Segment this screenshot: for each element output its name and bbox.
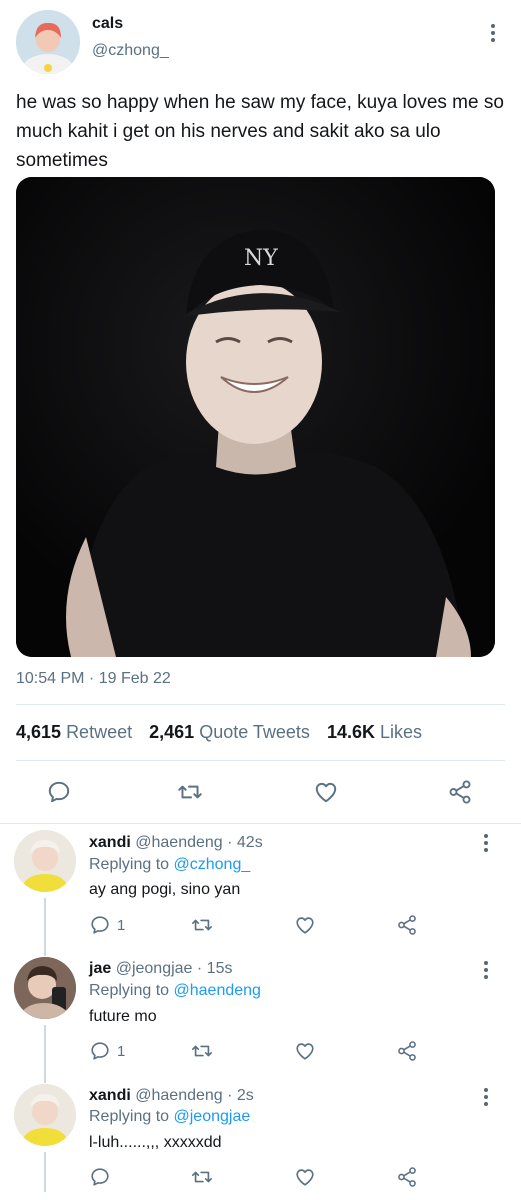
likes-label: Likes xyxy=(380,722,423,742)
share-button[interactable] xyxy=(396,1166,418,1188)
share-button[interactable] xyxy=(447,779,473,805)
retweet-button[interactable] xyxy=(190,1040,214,1062)
reply-icon xyxy=(91,1042,109,1060)
likes-stat[interactable]: 14.6K Likes xyxy=(327,722,422,742)
like-icon xyxy=(315,782,337,803)
retweet-button[interactable] xyxy=(190,914,214,936)
like-button[interactable] xyxy=(294,914,316,936)
thread-line xyxy=(44,1025,46,1083)
reply-avatar[interactable] xyxy=(14,957,76,1019)
reply-meta: @haendeng · 2s xyxy=(135,1087,254,1104)
reply-button[interactable]: 1 xyxy=(89,1040,125,1062)
more-options-icon[interactable] xyxy=(483,1088,489,1106)
author-display-name[interactable]: cals xyxy=(92,15,123,33)
more-options-icon[interactable] xyxy=(490,24,496,42)
more-options-icon[interactable] xyxy=(483,961,489,979)
reply-text: l-luh......,,, xxxxxdd xyxy=(89,1134,222,1151)
reply-icon xyxy=(91,1168,109,1186)
replying-to: Replying to @czhong_ xyxy=(89,856,250,874)
divider xyxy=(16,704,505,705)
replying-to: Replying to @haendeng xyxy=(89,982,261,1000)
reply-count: 1 xyxy=(117,916,126,934)
tweet-photo[interactable]: NY xyxy=(16,177,495,657)
retweet-icon xyxy=(178,785,202,799)
reply-icon xyxy=(48,781,70,803)
share-button[interactable] xyxy=(396,1040,418,1062)
reply-header: xandi @haendeng · 2s xyxy=(89,1087,254,1105)
quotes-label: Quote Tweets xyxy=(199,722,310,742)
share-icon xyxy=(398,915,416,935)
replying-to-label: Replying to xyxy=(89,982,174,999)
like-button[interactable] xyxy=(294,1166,316,1188)
reply-text: ay ang pogi, sino yan xyxy=(89,881,241,898)
reply-meta: @haendeng · 42s xyxy=(135,834,263,851)
retweet-button[interactable] xyxy=(176,779,204,805)
reply-text: future mo xyxy=(89,1008,157,1025)
like-button[interactable] xyxy=(294,1040,316,1062)
divider xyxy=(16,760,505,761)
retweets-stat[interactable]: 4,615 Retweet xyxy=(16,722,132,742)
replying-to-label: Replying to xyxy=(89,1108,174,1125)
reply-icon xyxy=(91,916,109,934)
quotes-count: 2,461 xyxy=(149,722,195,742)
like-icon xyxy=(296,1043,314,1060)
reply-header: xandi @haendeng · 42s xyxy=(89,834,263,852)
reply-display-name[interactable]: xandi xyxy=(89,834,131,851)
reply-display-name[interactable]: jae xyxy=(89,960,111,977)
more-options-icon[interactable] xyxy=(483,834,489,852)
replying-to-link[interactable]: @jeongjae xyxy=(174,1108,251,1125)
reply-meta: @jeongjae · 15s xyxy=(115,960,233,977)
divider xyxy=(0,823,521,824)
retweet-icon xyxy=(192,919,212,931)
reply-header: jae @jeongjae · 15s xyxy=(89,960,232,978)
author-handle[interactable]: @czhong_ xyxy=(92,42,169,60)
replying-to: Replying to @jeongjae xyxy=(89,1108,250,1126)
like-button[interactable] xyxy=(313,779,339,805)
engagement-stats: 4,615 Retweet 2,461 Quote Tweets 14.6K L… xyxy=(16,722,434,743)
thread-line xyxy=(44,898,46,956)
like-icon xyxy=(296,1169,314,1186)
replying-to-link[interactable]: @czhong_ xyxy=(174,856,251,873)
reply-button[interactable]: 1 xyxy=(89,914,125,936)
retweets-count: 4,615 xyxy=(16,722,62,742)
reply-avatar[interactable] xyxy=(14,830,76,892)
reply-count: 1 xyxy=(117,1042,126,1060)
share-icon xyxy=(398,1167,416,1187)
replying-to-link[interactable]: @haendeng xyxy=(174,982,261,999)
likes-count: 14.6K xyxy=(326,722,375,742)
author-avatar[interactable] xyxy=(16,10,80,74)
reply-button[interactable] xyxy=(46,779,72,805)
reply-button[interactable] xyxy=(89,1166,117,1188)
share-icon xyxy=(398,1041,416,1061)
share-icon xyxy=(449,780,471,804)
tweet-text: he was so happy when he saw my face, kuy… xyxy=(16,92,504,171)
tweet-timestamp[interactable]: 10:54 PM · 19 Feb 22 xyxy=(16,670,171,688)
replying-to-label: Replying to xyxy=(89,856,174,873)
reply-avatar[interactable] xyxy=(14,1084,76,1146)
retweet-icon xyxy=(192,1171,212,1183)
thread-line xyxy=(44,1152,46,1192)
reply-display-name[interactable]: xandi xyxy=(89,1087,131,1104)
share-button[interactable] xyxy=(396,914,418,936)
retweet-button[interactable] xyxy=(190,1166,214,1188)
svg-text:NY: NY xyxy=(244,246,278,271)
retweet-icon xyxy=(192,1045,212,1057)
like-icon xyxy=(296,917,314,934)
quotes-stat[interactable]: 2,461 Quote Tweets xyxy=(149,722,310,742)
retweets-label: Retweet xyxy=(66,722,133,742)
